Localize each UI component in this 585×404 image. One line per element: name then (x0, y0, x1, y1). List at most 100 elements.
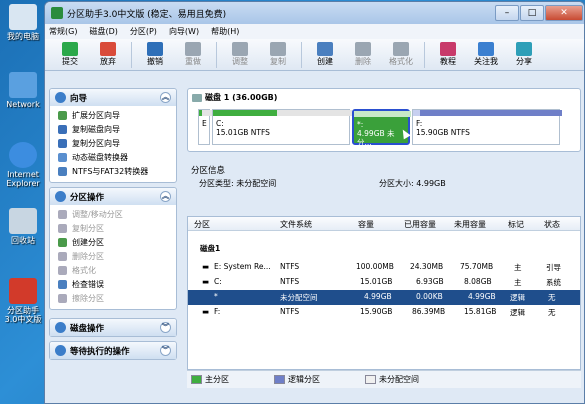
window-title: 分区助手3.0中文版 (稳定、易用且免费) (67, 9, 227, 20)
toolbar-create-button[interactable]: 创建 (306, 42, 344, 66)
toolbar-discard-button[interactable]: 放弃 (89, 42, 127, 66)
toolbar-separator (424, 42, 425, 68)
copy-icon (58, 223, 67, 233)
disk-map: 磁盘 1 (36.00GB) E C: 15.01GB NTFS *: 4.99… (187, 88, 581, 152)
toolbar-resize-button[interactable]: 调整 (221, 42, 259, 66)
col-flag[interactable]: 标记 (508, 219, 524, 230)
disk-map-partition-f[interactable]: F: 15.90GB NTFS (412, 109, 562, 145)
op-delete-partition[interactable]: 删除分区 (50, 249, 176, 263)
minimize-button[interactable]: – (495, 5, 519, 21)
expand-chevron-icon[interactable]: ︾ (160, 322, 171, 333)
toolbar-undo-button[interactable]: 撤销 (136, 42, 174, 66)
wipe-icon (58, 293, 67, 303)
legend-swatch (365, 375, 376, 384)
legend-swatch (191, 375, 202, 384)
menu-partition[interactable]: 分区(P) (130, 26, 157, 37)
desktop-icon-my-computer[interactable]: 我的电脑 (2, 4, 44, 41)
table-row[interactable]: ▬ E: System Re... NTFS 100.00MB 24.30MB … (188, 260, 580, 275)
toolbar: 提交 放弃 撤销 重做 调整 复制 创建 删除 格式化 教程 关注我 分享 (45, 39, 584, 71)
disk-ops-header[interactable]: 磁盘操作 ︾ (50, 319, 176, 336)
table-row[interactable]: ▬ C: NTFS 15.01GB 6.93GB 8.08GB 主 系统 (188, 275, 580, 290)
op-format[interactable]: 格式化 (50, 263, 176, 277)
collapse-chevron-icon[interactable]: ︽ (160, 191, 171, 202)
resize-icon (232, 42, 248, 56)
left-sidebar: 向导 ︽ 扩展分区向导 复制磁盘向导 复制分区向导 动态磁盘转换器 NTFS与F… (49, 88, 177, 403)
wizard-copy-disk[interactable]: 复制磁盘向导 (50, 122, 176, 136)
expand-chevron-icon[interactable]: ︾ (160, 345, 171, 356)
discard-icon (100, 42, 116, 56)
partition-type-label: 分区类型: 未分配空间 (199, 179, 277, 188)
disk-map-title: 磁盘 1 (36.00GB) (192, 92, 277, 103)
toolbar-separator (301, 42, 302, 68)
wizard-panel-header[interactable]: 向导 ︽ (50, 89, 176, 106)
disk-group-row: 磁盘1 (200, 244, 221, 253)
desktop-icon-internet-explorer[interactable]: Internet Explorer (2, 142, 44, 188)
extend-icon (58, 110, 67, 120)
toolbar-redo-button[interactable]: 重做 (174, 42, 212, 66)
redo-icon (185, 42, 201, 56)
network-icon (9, 72, 37, 98)
title-bar[interactable]: 分区助手3.0中文版 (稳定、易用且免费) – □ ✕ (45, 2, 584, 24)
table-header: 分区 文件系统 容量 已用容量 未用容量 标记 状态 (188, 217, 580, 231)
col-capacity[interactable]: 容量 (358, 219, 374, 230)
menu-help[interactable]: 帮助(H) (211, 26, 239, 37)
table-row[interactable]: * 未分配空间 4.99GB 0.00KB 4.99GB 逻辑 无 (188, 290, 580, 305)
create-icon (58, 237, 67, 247)
col-used[interactable]: 已用容量 (404, 219, 436, 230)
wizard-extend-partition[interactable]: 扩展分区向导 (50, 108, 176, 122)
toolbar-format-button[interactable]: 格式化 (382, 42, 420, 66)
legend: 主分区 逻辑分区 未分配空间 (187, 370, 581, 388)
legend-unallocated: 未分配空间 (365, 374, 419, 385)
desktop-icon-recycle-bin[interactable]: 回收站 (2, 208, 44, 245)
legend-swatch (274, 375, 285, 384)
check-icon (62, 42, 78, 56)
desktop-icon-label: 回收站 (11, 236, 35, 245)
desktop-icon-network[interactable]: Network (2, 72, 44, 109)
share-icon (516, 42, 532, 56)
disk-ops-panel: 磁盘操作 ︾ (49, 318, 177, 337)
toolbar-delete-button[interactable]: 删除 (344, 42, 382, 66)
maximize-button[interactable]: □ (520, 5, 544, 21)
toolbar-share-button[interactable]: 分享 (505, 42, 543, 66)
op-wipe-partition[interactable]: 擦除分区 (50, 291, 176, 305)
drive-icon: ▬ (202, 307, 210, 316)
wizard-ntfs-fat32[interactable]: NTFS与FAT32转换器 (50, 164, 176, 178)
menu-disk[interactable]: 磁盘(D) (89, 26, 117, 37)
toolbar-follow-button[interactable]: 关注我 (467, 42, 505, 66)
desktop-icon-partition-assistant[interactable]: 分区助手3.0中文版 (2, 278, 44, 324)
col-partition[interactable]: 分区 (194, 219, 210, 230)
op-resize-move[interactable]: 调整/移动分区 (50, 207, 176, 221)
op-create-partition[interactable]: 创建分区 (50, 235, 176, 249)
tutorial-icon (440, 42, 456, 56)
format-icon (58, 265, 67, 275)
disk-map-partition-e[interactable]: E (198, 109, 212, 145)
disk-map-partition-unallocated[interactable]: *: 4.99GB 未分... (352, 109, 411, 147)
legend-logical: 逻辑分区 (274, 374, 320, 385)
col-status[interactable]: 状态 (544, 219, 560, 230)
disk-map-partition-c[interactable]: C: 15.01GB NTFS (212, 109, 352, 145)
wizard-dynamic-disk[interactable]: 动态磁盘转换器 (50, 150, 176, 164)
col-filesystem[interactable]: 文件系统 (280, 219, 312, 230)
wizard-copy-partition[interactable]: 复制分区向导 (50, 136, 176, 150)
wizard-icon (55, 92, 66, 103)
op-check-errors[interactable]: 检查错误 (50, 277, 176, 291)
op-copy-partition[interactable]: 复制分区 (50, 221, 176, 235)
computer-icon (9, 4, 37, 30)
follow-icon (478, 42, 494, 56)
partition-usage-bar (199, 110, 203, 116)
toolbar-commit-button[interactable]: 提交 (51, 42, 89, 66)
partition-usage-bar (213, 110, 277, 116)
menu-general[interactable]: 常规(G) (49, 26, 77, 37)
toolbar-tutorial-button[interactable]: 教程 (429, 42, 467, 66)
desktop-icon-label: Network (6, 100, 40, 109)
col-free[interactable]: 未用容量 (454, 219, 486, 230)
partition-ops-panel: 分区操作 ︽ 调整/移动分区 复制分区 创建分区 删除分区 格式化 检查错误 擦… (49, 187, 177, 310)
close-button[interactable]: ✕ (545, 5, 583, 21)
table-row[interactable]: ▬ F: NTFS 15.90GB 86.39MB 15.81GB 逻辑 无 (188, 305, 580, 320)
pending-ops-header[interactable]: 等待执行的操作 ︾ (50, 342, 176, 359)
menu-wizard[interactable]: 向导(W) (169, 26, 199, 37)
collapse-chevron-icon[interactable]: ︽ (160, 92, 171, 103)
toolbar-copy-button[interactable]: 复制 (259, 42, 297, 66)
partition-ops-header[interactable]: 分区操作 ︽ (50, 188, 176, 205)
disk-icon (192, 93, 202, 102)
